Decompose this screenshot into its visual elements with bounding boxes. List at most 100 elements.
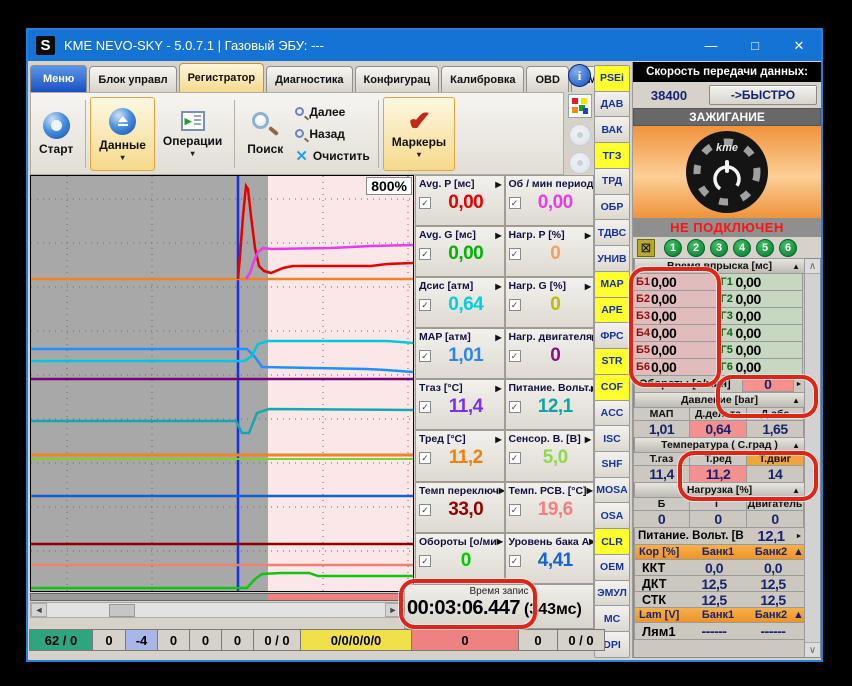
search-button[interactable]: Поиск [239,97,291,171]
checkbox[interactable]: ✓ [419,401,431,414]
checkbox[interactable]: ✓ [508,554,521,567]
collapse-icon[interactable]: ▲ [793,609,804,621]
side-tab-oem[interactable]: OEM [594,553,630,581]
data-button[interactable]: Данные ▾ [90,96,155,171]
expand-arrow-icon[interactable]: ▶ [499,486,504,495]
side-tab-ape[interactable]: АРЕ [594,296,630,324]
next-button[interactable]: Далее [295,102,369,122]
expand-arrow-icon[interactable]: ▶ [495,435,501,444]
param-header[interactable]: Нагр. G [%] ▶ [506,278,594,292]
side-tab-tdvs[interactable]: ТДВС [594,219,630,247]
clear-button[interactable]: ✕ Очистить [295,146,369,166]
tab-configuration[interactable]: Конфигурац [354,66,440,92]
expand-arrow-icon[interactable]: ▶ [495,384,501,393]
tab-control-unit[interactable]: Блок управл [89,66,177,92]
param-header[interactable]: Дсис [атм] ▶ [416,278,504,292]
expand-arrow-icon[interactable]: ▶ [591,384,593,393]
checkbox[interactable]: ✓ [419,503,431,516]
side-tab-isc[interactable]: ISC [594,425,630,453]
side-tab-tgz[interactable]: ТГЗ [594,142,630,169]
operations-button[interactable]: ▶ Операции ▾ [155,97,230,171]
param-header[interactable]: Сенсор. В. [В] ▶ [506,431,594,445]
back-button[interactable]: Назад [295,124,369,144]
param-header[interactable]: Avg. G [мс] ▶ [416,227,504,241]
side-tab-obr[interactable]: ОБР [594,193,630,221]
checkbox[interactable]: ✓ [508,299,521,312]
scroll-up-icon[interactable]: ∧ [805,259,820,274]
side-tab-univ[interactable]: УНИВ [594,245,630,272]
param-header[interactable]: MAP [атм] ▶ [416,329,504,343]
scroll-down-icon[interactable]: ∨ [805,642,820,657]
param-header[interactable]: Уровень бака А▶ [506,534,594,548]
expand-arrow-icon[interactable]: ▶ [585,435,591,444]
side-tab-emul[interactable]: ЭМУЛ [594,579,630,607]
tab-diagnostics[interactable]: Диагностика [266,66,353,92]
side-tab-map[interactable]: МАР [594,270,630,298]
checkbox[interactable]: ✓ [419,197,431,209]
tab-menu[interactable]: Меню [30,65,88,92]
expand-arrow-icon[interactable]: ▶ [592,333,593,342]
checkbox[interactable]: ✓ [419,299,431,312]
lambda-header[interactable]: Lam [V] Банк1 Банк2 ▲ [634,607,805,623]
collapse-icon[interactable]: ▲ [792,262,800,271]
param-header[interactable]: Нагр. P [%] ▶ [506,227,594,241]
collapse-icon[interactable]: ▲ [793,546,804,558]
param-header[interactable]: Обороты [о/ми ▶ [416,534,504,548]
fast-button[interactable]: ->БЫСТРО [709,85,817,105]
minimize-button[interactable]: — [689,30,733,61]
expand-arrow-icon[interactable]: ▶ [587,486,593,495]
maximize-button[interactable]: □ [733,30,777,61]
expand-arrow-icon[interactable]: ▶ [585,231,591,240]
param-header[interactable]: Нагр. двигателя▶ [506,329,594,343]
side-tab-mosa[interactable]: MOSA [594,476,630,504]
side-tab-acc[interactable]: ACC [594,399,630,427]
checkbox[interactable]: ✓ [419,554,431,567]
expand-arrow-icon[interactable]: ▶ [585,282,591,291]
param-header[interactable]: Avg. P [мс] ▶ [416,176,504,190]
side-tab-psei[interactable]: PSEi [594,65,630,92]
side-tab-dav[interactable]: ДАВ [594,90,630,118]
expand-arrow-icon[interactable]: ▶ [495,282,501,291]
param-header[interactable]: Темп. РСВ. [°С] ▶ [506,483,594,497]
start-button[interactable]: Старт [31,97,81,171]
param-header[interactable]: Тред [°С] ▶ [416,431,504,445]
checkbox[interactable]: ✓ [508,350,521,363]
side-tab-shf[interactable]: SHF [594,451,630,478]
checkbox[interactable]: ✓ [508,197,521,209]
chart-hscrollbar[interactable]: ◄ ► [30,602,402,618]
checkbox[interactable]: ✓ [419,452,431,465]
checkbox[interactable]: ✓ [508,452,521,465]
crossbox-icon[interactable]: ⊠ [637,238,655,257]
row-arrow-icon[interactable]: ► [794,533,804,540]
info-icon[interactable]: i [568,64,591,87]
checkbox[interactable]: ✓ [419,248,431,261]
expand-arrow-icon[interactable]: ▶ [497,537,503,546]
checkbox[interactable]: ✓ [508,503,521,516]
hscroll-thumb[interactable] [109,604,135,617]
side-tab-clr[interactable]: CLR [594,528,630,555]
corrections-header[interactable]: Кор [%] Банк1 Банк2 ▲ [634,544,805,560]
checkbox[interactable]: ✓ [419,350,431,363]
close-button[interactable]: ✕ [777,30,821,61]
markers-button[interactable]: ✔ Маркеры ▾ [382,96,456,171]
side-tab-frs[interactable]: ФРС [594,322,630,350]
tab-recorder[interactable]: Регистратор [178,63,265,92]
scroll-left-icon[interactable]: ◄ [31,603,47,617]
palette-icon[interactable] [568,94,592,118]
checkbox[interactable]: ✓ [508,248,521,261]
param-header[interactable]: Питание. Вольт.▶ [506,380,594,394]
side-tab-trd[interactable]: ТРД [594,167,630,195]
param-header[interactable]: Об / мин период▶ [506,176,594,190]
expand-arrow-icon[interactable]: ▶ [495,180,501,189]
expand-arrow-icon[interactable]: ▶ [589,537,593,546]
checkbox[interactable]: ✓ [508,401,521,414]
param-header[interactable]: Темп переключ▶ [416,483,504,497]
expand-arrow-icon[interactable]: ▶ [495,231,501,240]
side-tab-osa[interactable]: OSA [594,502,630,530]
tab-calibration[interactable]: Калибровка [441,66,525,92]
collapse-icon[interactable]: ▲ [792,441,800,450]
side-tab-vak[interactable]: ВАК [594,116,630,144]
expand-arrow-icon[interactable]: ▶ [495,333,501,342]
side-tab-cof[interactable]: COF [594,373,630,401]
oscilloscope-chart[interactable]: 800% [30,175,414,592]
